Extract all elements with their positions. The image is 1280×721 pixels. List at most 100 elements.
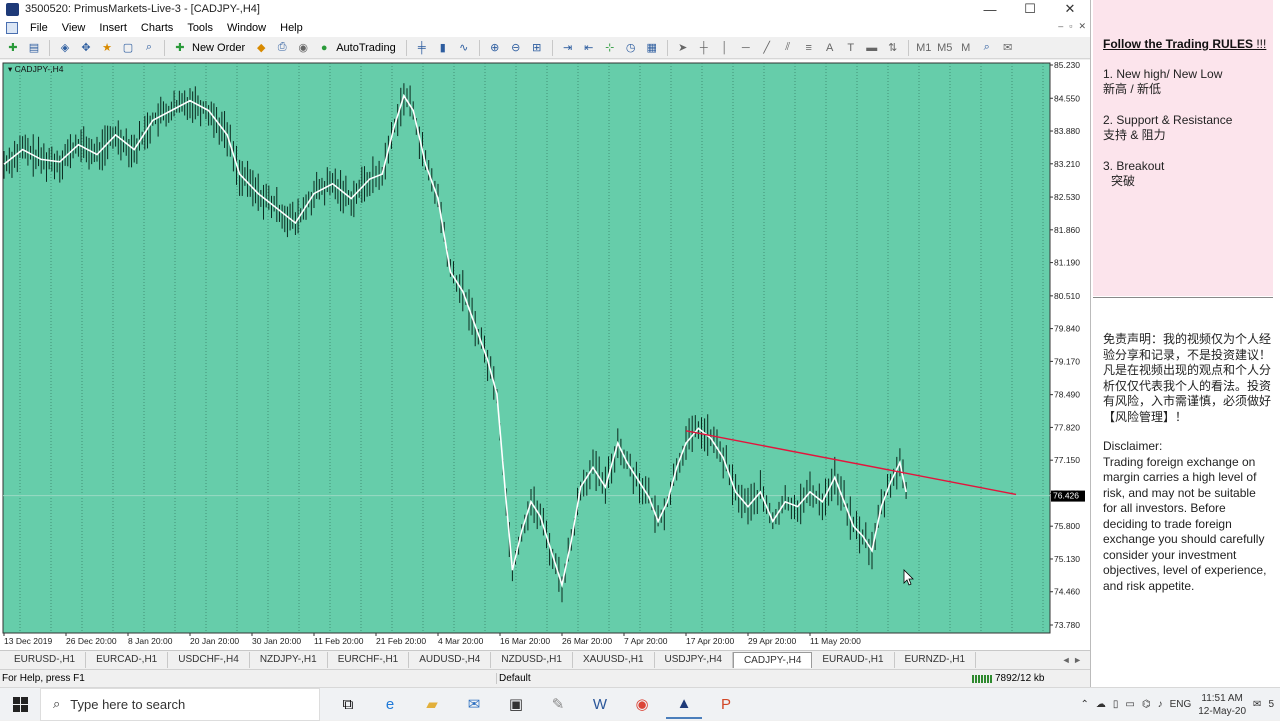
- mail-icon[interactable]: ✉: [456, 689, 492, 719]
- autoscroll-icon[interactable]: ⇤: [580, 39, 598, 57]
- menu-bar: File View Insert Charts Tools Window Hel…: [0, 18, 1090, 37]
- trendline-icon[interactable]: ╱: [758, 39, 776, 57]
- start-button[interactable]: [0, 688, 40, 721]
- tab-eurnzd-h1[interactable]: EURNZD-,H1: [895, 651, 977, 668]
- edge-icon[interactable]: e: [372, 689, 408, 719]
- price-tick-label: 77.820: [1054, 422, 1080, 432]
- usb-icon[interactable]: ▯: [1113, 699, 1119, 710]
- tab-scroll-arrows[interactable]: ◄ ►: [1062, 655, 1082, 665]
- price-tick-label: 84.550: [1054, 93, 1080, 103]
- mdi-controls: – ▫ ✕: [1058, 21, 1086, 32]
- taskbar-search[interactable]: ⌕ Type here to search: [40, 687, 320, 721]
- profiles-icon[interactable]: ▤: [25, 39, 43, 57]
- options-icon[interactable]: ◉: [294, 39, 312, 57]
- chrome-icon[interactable]: ◉: [624, 689, 660, 719]
- vertical-line-icon[interactable]: │: [716, 39, 734, 57]
- mdi-restore-button[interactable]: ▫: [1069, 21, 1072, 32]
- taskbar-apps: ⧉ e ▰ ✉ ▣ ✎ W ◉ ▲ P: [330, 689, 744, 719]
- tab-usdjpy-h4[interactable]: USDJPY-,H4: [655, 651, 733, 668]
- close-button[interactable]: ✕: [1050, 0, 1090, 18]
- text-label-icon[interactable]: T: [842, 39, 860, 57]
- metaeditor-icon[interactable]: ◆: [252, 39, 270, 57]
- new-order-icon[interactable]: ✚: [171, 39, 189, 57]
- powerpoint-icon[interactable]: P: [708, 689, 744, 719]
- tab-usdchf-h4[interactable]: USDCHF-,H4: [168, 651, 250, 668]
- strategy-tester-icon[interactable]: ⌕: [140, 39, 158, 57]
- navigator-icon[interactable]: ★: [98, 39, 116, 57]
- menu-tools[interactable]: Tools: [181, 22, 221, 34]
- timeframe-m[interactable]: M: [957, 39, 975, 57]
- zoom-in-icon[interactable]: ⊕: [486, 39, 504, 57]
- market-watch-icon[interactable]: ◈: [56, 39, 74, 57]
- tab-eurusd-h1[interactable]: EURUSD-,H1: [4, 651, 87, 668]
- menu-file[interactable]: File: [24, 22, 56, 34]
- autotrading-button[interactable]: AutoTrading: [336, 42, 396, 54]
- tab-nzdjpy-h1[interactable]: NZDJPY-,H1: [250, 651, 328, 668]
- search-icon[interactable]: ⌕: [978, 39, 996, 57]
- mdi-minimize-button[interactable]: –: [1058, 21, 1063, 32]
- tile-windows-icon[interactable]: ⊞: [528, 39, 546, 57]
- file-explorer-icon[interactable]: ▰: [414, 689, 450, 719]
- rules-box: Follow the Trading RULES !!! 1. New high…: [1093, 0, 1273, 296]
- zoom-out-icon[interactable]: ⊖: [507, 39, 525, 57]
- new-order-button[interactable]: New Order: [192, 42, 245, 54]
- line-chart-icon[interactable]: ∿: [455, 39, 473, 57]
- arrow-tool-icon[interactable]: ▬: [863, 39, 881, 57]
- autotrading-icon[interactable]: ●: [315, 39, 333, 57]
- paint-icon[interactable]: ✎: [540, 689, 576, 719]
- price-tick-label: 77.150: [1054, 455, 1080, 465]
- horizontal-line-icon[interactable]: ─: [737, 39, 755, 57]
- chart-shift-icon[interactable]: ⇥: [559, 39, 577, 57]
- chat-icon[interactable]: ✉: [999, 39, 1017, 57]
- menu-help[interactable]: Help: [274, 22, 311, 34]
- price-tick-label: 81.860: [1054, 225, 1080, 235]
- menu-window[interactable]: Window: [221, 22, 274, 34]
- channel-icon[interactable]: ⫽: [779, 39, 797, 57]
- bar-chart-icon[interactable]: ╪: [413, 39, 431, 57]
- tab-audusd-h4[interactable]: AUDUSD-,H4: [409, 651, 492, 668]
- indicators-icon[interactable]: ⊹: [601, 39, 619, 57]
- maximize-button[interactable]: ☐: [1010, 0, 1050, 18]
- tab-cadjpy-h4[interactable]: CADJPY-,H4: [732, 651, 813, 668]
- periods-icon[interactable]: ◷: [622, 39, 640, 57]
- candlestick-icon[interactable]: ▮: [434, 39, 452, 57]
- data-window-icon[interactable]: ✥: [77, 39, 95, 57]
- menu-charts[interactable]: Charts: [135, 22, 181, 34]
- language-indicator[interactable]: ENG: [1170, 699, 1192, 710]
- terminal-icon[interactable]: ▢: [119, 39, 137, 57]
- price-tick-label: 81.190: [1054, 258, 1080, 268]
- metatrader-icon[interactable]: ▲: [666, 689, 702, 719]
- store-icon[interactable]: ▣: [498, 689, 534, 719]
- notification-icon[interactable]: ✉: [1253, 699, 1261, 710]
- new-chart-icon[interactable]: ✚: [4, 39, 22, 57]
- templates-icon[interactable]: ▦: [643, 39, 661, 57]
- word-icon[interactable]: W: [582, 689, 618, 719]
- price-chart[interactable]: 85.230 84.550 83.880 83.210 82.530 81.860 81.1…: [0, 60, 1090, 650]
- task-view-icon[interactable]: ⧉: [330, 689, 366, 719]
- clock[interactable]: 11:51 AM 12-May-20: [1198, 692, 1246, 718]
- tab-eurcad-h1[interactable]: EURCAD-,H1: [86, 651, 169, 668]
- shapes-icon[interactable]: ⇅: [884, 39, 902, 57]
- print-icon[interactable]: ⎙: [273, 39, 291, 57]
- tab-eurchf-h1[interactable]: EURCHF-,H1: [328, 651, 410, 668]
- chart-window[interactable]: 85.230 84.550 83.880 83.210 82.530 81.860 81.1…: [0, 60, 1090, 650]
- tab-euraud-h1[interactable]: EURAUD-,H1: [812, 651, 895, 668]
- timeframe-m1[interactable]: M1: [915, 39, 933, 57]
- volume-icon[interactable]: ♪: [1158, 699, 1163, 710]
- chevron-up-icon[interactable]: ⌃: [1080, 699, 1088, 710]
- battery-icon[interactable]: ▭: [1125, 699, 1134, 710]
- onedrive-icon[interactable]: ☁: [1096, 699, 1106, 710]
- tab-xauusd-h1[interactable]: XAUUSD-,H1: [573, 651, 655, 668]
- mdi-close-button[interactable]: ✕: [1078, 21, 1086, 32]
- network-icon[interactable]: ⌬: [1142, 699, 1151, 710]
- minimize-button[interactable]: —: [970, 0, 1010, 18]
- document-icon[interactable]: [6, 21, 18, 34]
- text-icon[interactable]: A: [821, 39, 839, 57]
- fibonacci-icon[interactable]: ≡: [800, 39, 818, 57]
- cursor-icon[interactable]: ➤: [674, 39, 692, 57]
- menu-view[interactable]: View: [56, 22, 94, 34]
- timeframe-m5[interactable]: M5: [936, 39, 954, 57]
- tab-nzdusd-h1[interactable]: NZDUSD-,H1: [491, 651, 573, 668]
- crosshair-icon[interactable]: ┼: [695, 39, 713, 57]
- menu-insert[interactable]: Insert: [93, 22, 135, 34]
